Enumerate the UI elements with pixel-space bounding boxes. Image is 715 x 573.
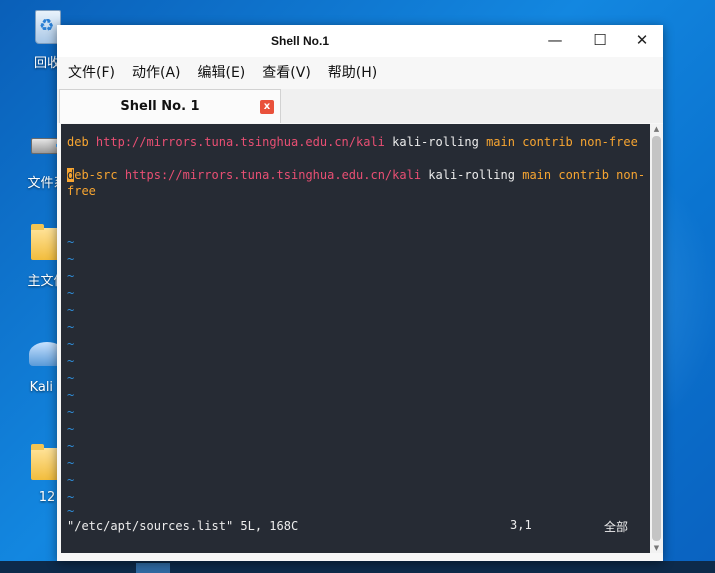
menu-edit[interactable]: 编辑(E): [192, 60, 252, 86]
status-file-info: "/etc/apt/sources.list" 5L, 168C: [67, 519, 299, 533]
terminal-content[interactable]: deb http://mirrors.tuna.tsinghua.edu.cn/…: [61, 124, 650, 553]
status-scope: 全部: [604, 520, 629, 534]
empty-line-marker: ~: [67, 422, 75, 436]
suite: kali-rolling: [392, 135, 479, 149]
close-button[interactable]: ✕: [622, 29, 662, 51]
tab-close-icon[interactable]: x: [260, 100, 274, 114]
maximize-button[interactable]: ☐: [580, 29, 620, 51]
editor-line-2-wrap: free: [67, 183, 96, 199]
editor-line-2: deb-src https://mirrors.tuna.tsinghua.ed…: [67, 167, 645, 183]
empty-line-marker: ~: [67, 405, 75, 419]
tab-shell-1[interactable]: Shell No. 1 x: [59, 89, 281, 123]
empty-line-marker: ~: [67, 473, 75, 487]
menu-bar: 文件(F) 动作(A) 编辑(E) 查看(V) 帮助(H): [57, 60, 663, 86]
empty-line-marker: ~: [67, 439, 75, 453]
terminal-window: Shell No.1 — ☐ ✕ 文件(F) 动作(A) 编辑(E) 查看(V)…: [57, 25, 663, 561]
empty-line-marker: ~: [67, 371, 75, 385]
menu-action[interactable]: 动作(A): [126, 60, 187, 86]
mirror-url: http://mirrors.tuna.tsinghua.edu.cn/kali: [95, 135, 385, 149]
empty-line-marker: ~: [67, 286, 75, 300]
minimize-button[interactable]: —: [535, 29, 575, 51]
empty-line-marker: ~: [67, 303, 75, 317]
empty-line-marker: ~: [67, 388, 75, 402]
tab-label: Shell No. 1: [120, 99, 200, 114]
empty-line-marker: ~: [67, 269, 75, 283]
menu-view[interactable]: 查看(V): [256, 60, 317, 86]
empty-line-marker: ~: [67, 354, 75, 368]
editor-line-1: deb http://mirrors.tuna.tsinghua.edu.cn/…: [67, 134, 638, 150]
scroll-down-icon[interactable]: ▼: [650, 543, 663, 553]
keyword: deb: [67, 135, 89, 149]
empty-line-marker: ~: [67, 337, 75, 351]
empty-line-marker: ~: [67, 235, 75, 249]
components: main contrib non-: [522, 168, 646, 182]
components-wrap: free: [67, 184, 96, 198]
empty-line-marker: ~: [67, 252, 75, 266]
tab-bar: Shell No. 1 x: [57, 89, 663, 123]
components: main contrib non-free: [486, 135, 638, 149]
window-title: Shell No.1: [270, 34, 329, 48]
menu-help[interactable]: 帮助(H): [322, 60, 383, 86]
status-cursor-position: 3,1: [510, 518, 532, 532]
keyword: eb-src: [74, 168, 118, 182]
scroll-up-icon[interactable]: ▲: [650, 124, 663, 134]
suite: kali-rolling: [428, 168, 515, 182]
title-bar[interactable]: Shell No.1 — ☐ ✕: [57, 25, 663, 57]
menu-file[interactable]: 文件(F): [62, 60, 121, 86]
empty-line-marker: ~: [67, 320, 75, 334]
empty-line-marker: ~: [67, 456, 75, 470]
scrollbar[interactable]: ▲ ▼: [650, 124, 663, 553]
mirror-url: https://mirrors.tuna.tsinghua.edu.cn/kal…: [124, 168, 422, 182]
taskbar-button[interactable]: [136, 563, 170, 573]
empty-line-marker: ~: [67, 504, 75, 518]
scroll-thumb[interactable]: [652, 136, 661, 541]
taskbar: [0, 561, 715, 573]
